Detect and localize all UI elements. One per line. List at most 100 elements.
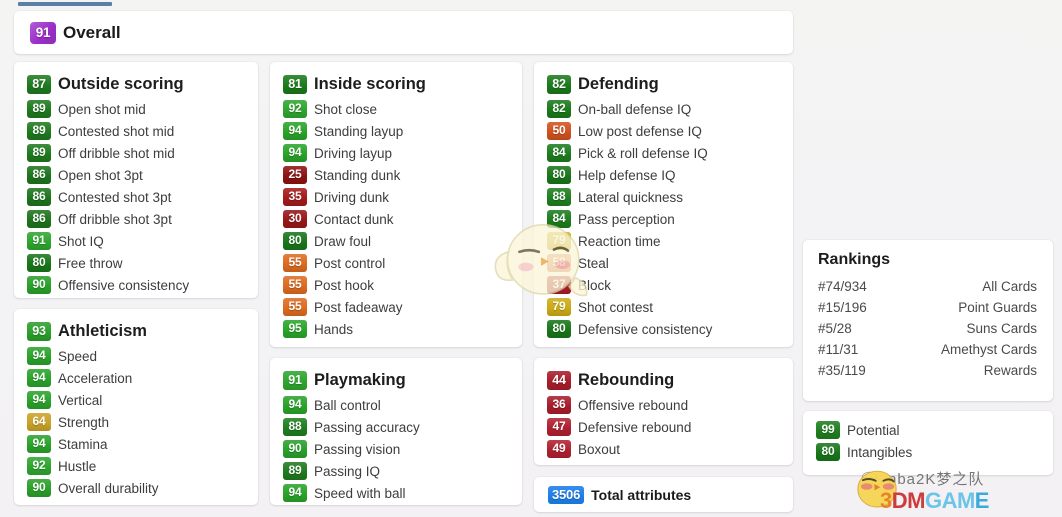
attribute-value-badge: 92: [27, 457, 51, 475]
group-body: 91 Playmaking 94 Ball control 88 Passing accu…: [270, 358, 522, 504]
ranking-row: #5/28 Suns Cards: [803, 318, 1053, 339]
attribute-row: 90 Offensive consistency: [14, 274, 258, 296]
attribute-row: 90 Passing vision: [270, 438, 522, 460]
attribute-label: Driving dunk: [314, 189, 390, 205]
athleticism-rating-badge: 93: [27, 321, 51, 341]
attribute-value-badge: 99: [816, 421, 840, 439]
playmaking-rating-badge: 91: [283, 370, 307, 390]
playmaking-header-row: 91 Playmaking: [270, 366, 522, 394]
attribute-value-badge: 36: [547, 396, 571, 414]
attribute-label: Defensive consistency: [578, 321, 713, 337]
attribute-row: 99 Potential: [803, 419, 1053, 441]
attribute-value-badge: 64: [27, 413, 51, 431]
rankings-card: Rankings #74/934 All Cards #15/196 Point Gu…: [803, 240, 1053, 401]
ranking-position: #15/196: [818, 300, 867, 315]
attribute-label: Standing layup: [314, 123, 404, 139]
attribute-row: 30 Contact dunk: [270, 208, 522, 230]
attribute-label: Reaction time: [578, 233, 661, 249]
group-body: 87 Outside scoring 89 Open shot mid 89 Contes…: [14, 62, 258, 296]
defending-header-row: 82 Defending: [534, 70, 793, 98]
attribute-label: Post control: [314, 255, 386, 271]
athleticism-header-row: 93 Athleticism: [14, 317, 258, 345]
attribute-row: 92 Shot close: [270, 98, 522, 120]
attribute-value-badge: 50: [547, 122, 571, 140]
attribute-row: 50 Low post defense IQ: [534, 120, 793, 142]
rebounding-title: Rebounding: [578, 370, 675, 389]
attribute-label: Post hook: [314, 277, 375, 293]
athleticism-card: 93 Athleticism 94 Speed 94 Acceleration 94 Vert…: [14, 309, 258, 505]
3dmgame-watermark-logo: 3DMGAME: [880, 488, 989, 513]
attribute-row: 94 Standing layup: [270, 120, 522, 142]
defending-rating-badge: 82: [547, 74, 571, 94]
attribute-row: 94 Ball control: [270, 394, 522, 416]
attribute-row: 82 On-ball defense IQ: [534, 98, 793, 120]
group-body: 81 Inside scoring 92 Shot close 94 Standing l…: [270, 62, 522, 340]
attribute-label: Offensive consistency: [58, 277, 190, 293]
attribute-row: 91 Shot IQ: [14, 230, 258, 252]
attribute-row: 80 Draw foul: [270, 230, 522, 252]
attribute-value-badge: 37: [547, 276, 571, 294]
ranking-position: #35/119: [818, 363, 866, 378]
attribute-row: 47 Defensive rebound: [534, 416, 793, 438]
attribute-label: Contested shot mid: [58, 123, 175, 139]
inside-scoring-card: 81 Inside scoring 92 Shot close 94 Standing l…: [270, 62, 522, 347]
attribute-value-badge: 82: [547, 100, 571, 118]
attribute-label: Steal: [578, 255, 609, 271]
attribute-label: Ball control: [314, 397, 381, 413]
attribute-label: Open shot mid: [58, 101, 146, 117]
attribute-value-badge: 89: [27, 144, 51, 162]
attribute-row: 80 Defensive consistency: [534, 318, 793, 340]
attribute-value-badge: 90: [283, 440, 307, 458]
attribute-row: 58 Steal: [534, 252, 793, 274]
attribute-row: 89 Passing IQ: [270, 460, 522, 482]
attribute-row: 36 Offensive rebound: [534, 394, 793, 416]
attribute-row: 89 Off dribble shot mid: [14, 142, 258, 164]
attribute-label: Pick & roll defense IQ: [578, 145, 708, 161]
attribute-row: 55 Post fadeaway: [270, 296, 522, 318]
attribute-value-badge: 58: [547, 254, 571, 272]
defending-card: 82 Defending 82 On-ball defense IQ 50 Low pos…: [534, 62, 793, 347]
attribute-value-badge: 55: [283, 254, 307, 272]
attribute-label: Strength: [58, 414, 110, 430]
attribute-row: 86 Open shot 3pt: [14, 164, 258, 186]
attribute-label: Defensive rebound: [578, 419, 692, 435]
ranking-category: All Cards: [982, 279, 1037, 294]
attribute-row: 84 Pick & roll defense IQ: [534, 142, 793, 164]
ranking-category: Rewards: [983, 363, 1037, 378]
ranking-category: Point Guards: [958, 300, 1037, 315]
attribute-value-badge: 80: [283, 232, 307, 250]
attribute-label: Potential: [847, 422, 900, 438]
attribute-label: Acceleration: [58, 370, 133, 386]
attribute-value-badge: 80: [547, 320, 571, 338]
attribute-row: 89 Contested shot mid: [14, 120, 258, 142]
attribute-row: 64 Strength: [14, 411, 258, 433]
attribute-row: 35 Driving dunk: [270, 186, 522, 208]
overall-badge: 91: [30, 21, 56, 44]
attribute-value-badge: 55: [283, 276, 307, 294]
attribute-label: Stamina: [58, 436, 108, 452]
attribute-value-badge: 89: [283, 462, 307, 480]
athleticism-title: Athleticism: [58, 321, 147, 340]
attribute-value-badge: 89: [27, 122, 51, 140]
attribute-label: Standing dunk: [314, 167, 401, 183]
total-attributes-label: Total attributes: [591, 486, 692, 503]
attribute-label: Contact dunk: [314, 211, 394, 227]
attribute-label: Overall durability: [58, 480, 159, 496]
attribute-row: 94 Speed: [14, 345, 258, 367]
attribute-value-badge: 30: [283, 210, 307, 228]
attribute-row: 37 Block: [534, 274, 793, 296]
attribute-value-badge: 94: [283, 122, 307, 140]
rankings-title: Rankings: [818, 251, 891, 268]
top-progress-bar: [18, 2, 112, 6]
attribute-row: 88 Passing accuracy: [270, 416, 522, 438]
attribute-value-badge: 79: [547, 298, 571, 316]
total-attributes-row: 3506 Total attributes: [534, 477, 793, 512]
ranking-row: #74/934 All Cards: [803, 276, 1053, 297]
attribute-row: 80 Intangibles: [803, 441, 1053, 463]
rankings-list: #74/934 All Cards #15/196 Point Guards #5/28…: [803, 276, 1053, 381]
attribute-label: Passing IQ: [314, 463, 381, 479]
attribute-value-badge: 84: [547, 210, 571, 228]
attribute-value-badge: 88: [547, 188, 571, 206]
extra-attributes-card: 99 Potential 80 Intangibles: [803, 411, 1053, 475]
attribute-row: 86 Off dribble shot 3pt: [14, 208, 258, 230]
